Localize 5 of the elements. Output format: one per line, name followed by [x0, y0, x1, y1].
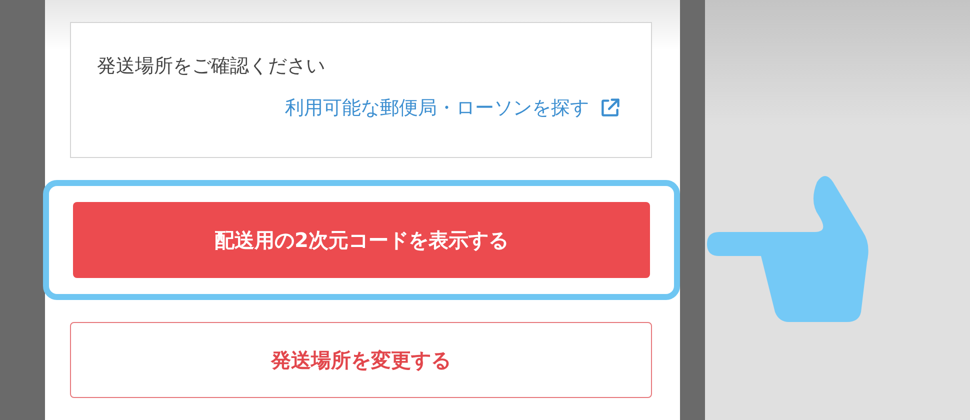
card-title: 発送場所をご確認ください — [97, 54, 325, 79]
store-search-link[interactable]: 利用可能な郵便局・ローソンを探す — [285, 95, 589, 121]
change-location-button[interactable]: 発送場所を変更する — [70, 322, 652, 398]
external-link-icon — [599, 97, 621, 119]
show-code-button[interactable]: 配送用の2次元コードを表示する — [73, 202, 650, 278]
